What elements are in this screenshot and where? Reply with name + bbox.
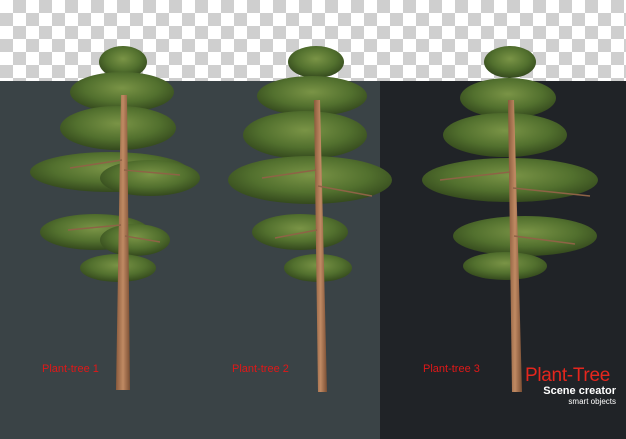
brand-tagline: smart objects (568, 397, 616, 406)
tree-label-1: Plant-tree 1 (42, 363, 99, 375)
tree-label-3: Plant-tree 3 (423, 363, 480, 375)
brand-subtitle: Scene creator (543, 385, 616, 397)
pine-tree-3 (422, 46, 598, 392)
pine-tree-1 (30, 46, 200, 390)
pine-tree-2 (228, 46, 392, 392)
tree-label-2: Plant-tree 2 (232, 363, 289, 375)
brand-title: Plant-Tree (525, 365, 610, 386)
